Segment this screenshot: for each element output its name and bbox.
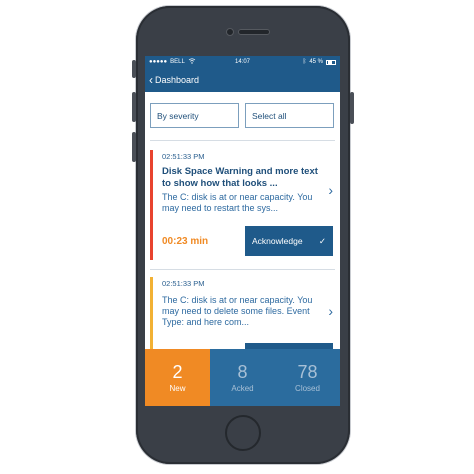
tab-count: 2 (172, 362, 183, 382)
earpiece-speaker (238, 29, 270, 35)
wifi-icon (188, 58, 196, 66)
severity-filter-button[interactable]: By severity (150, 103, 239, 128)
alert-description: The C: disk is at or near capacity. You … (162, 192, 313, 213)
divider (150, 269, 335, 270)
check-icon: ✓ (318, 235, 326, 246)
chevron-left-icon: ‹ (149, 73, 153, 87)
app-screen: ●●●●● BELL 14:07 ᛒ 45 % ‹ Dashboard By s… (145, 56, 340, 406)
tab-label: New (169, 384, 186, 393)
bluetooth-icon: ᛒ (302, 59, 307, 65)
status-time: 14:07 (234, 59, 250, 65)
alert-title: Disk Space Warning and more text to show… (162, 166, 318, 189)
back-label: Dashboard (155, 75, 200, 85)
tab-label: Acked (231, 384, 254, 393)
tab-new[interactable]: 2 New (145, 349, 210, 406)
severity-stripe (150, 277, 153, 349)
home-button[interactable] (225, 415, 261, 451)
tab-closed[interactable]: 78 Closed (275, 349, 340, 406)
severity-stripe (150, 150, 153, 260)
filter-bar: By severity Select all (150, 103, 334, 129)
elapsed-time: 00:23 min (162, 236, 209, 247)
tab-bar: 2 New 8 Acked 78 Closed (145, 349, 340, 406)
tab-count: 8 (237, 362, 248, 382)
tab-acked[interactable]: 8 Acked (210, 349, 275, 406)
volume-up-button (132, 92, 136, 122)
chevron-right-icon[interactable]: › (328, 182, 333, 198)
tab-count: 78 (297, 362, 318, 382)
select-all-button[interactable]: Select all (245, 103, 334, 128)
alert-time: 02:51:33 PM (162, 279, 205, 288)
acknowledge-label: Acknowledge (252, 236, 303, 246)
power-button (350, 92, 354, 124)
carrier-name: BELL (170, 59, 185, 65)
alert-time: 02:51:33 PM (162, 152, 205, 161)
alert-description: The C: disk is at or near capacity. You … (162, 295, 313, 327)
alert-card[interactable]: 02:51:33 PM Disk Space Warning and more … (150, 150, 335, 260)
chevron-right-icon[interactable]: › (328, 303, 333, 319)
mute-switch (132, 60, 136, 78)
alert-card[interactable]: 02:51:33 PM The C: disk is at or near ca… (150, 277, 335, 353)
back-button[interactable]: ‹ Dashboard (149, 74, 199, 86)
battery-percent: 45 % (309, 59, 323, 65)
acknowledge-button[interactable]: Acknowledge ✓ (245, 226, 333, 256)
nav-bar: ‹ Dashboard (145, 68, 340, 92)
status-bar: ●●●●● BELL 14:07 ᛒ 45 % (145, 56, 340, 68)
front-camera (226, 28, 234, 36)
battery-icon (326, 59, 336, 65)
divider (150, 140, 335, 141)
volume-down-button (132, 132, 136, 162)
tab-label: Closed (295, 384, 320, 393)
signal-dots-icon: ●●●●● (149, 59, 168, 65)
